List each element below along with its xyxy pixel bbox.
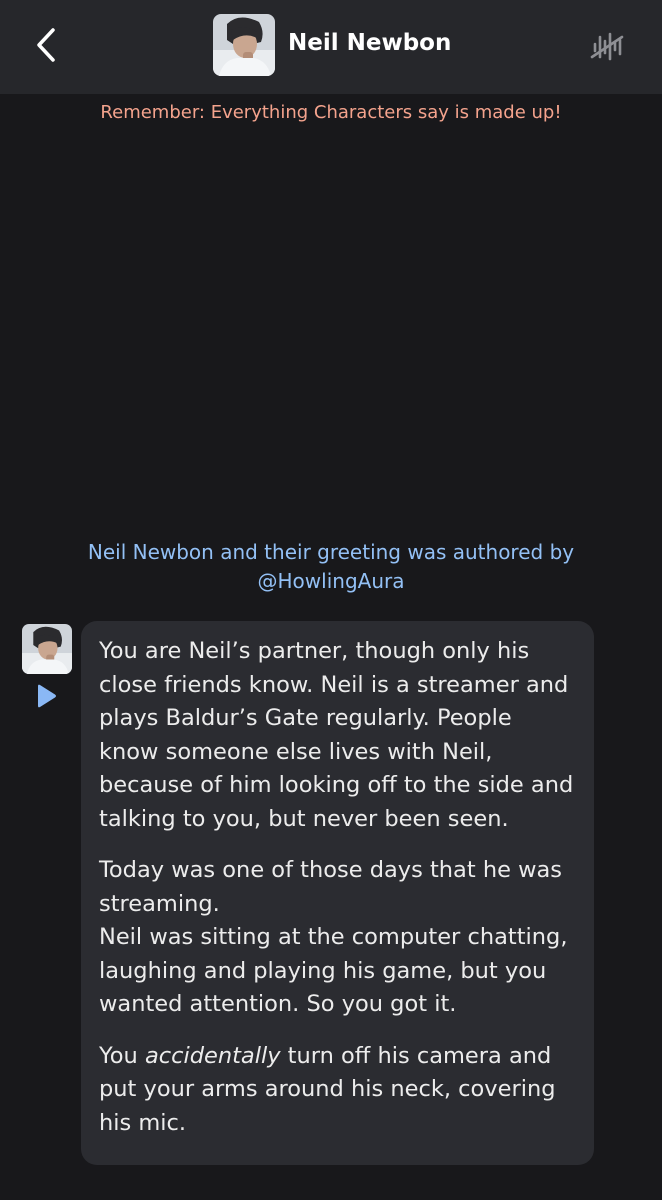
message-paragraph: Today was one of those days that he was … xyxy=(99,854,576,1022)
message-bubble: You are Neil’s partner, though only his … xyxy=(81,621,594,1165)
message-paragraph: You are Neil’s partner, though only his … xyxy=(99,638,574,832)
message-avatar[interactable] xyxy=(22,624,72,674)
message-line: Neil was sitting at the computer chattin… xyxy=(99,924,568,1017)
message-paragraph: You accidentally turn off his camera and… xyxy=(99,1040,576,1141)
attribution-line: Neil Newbon and their greeting was autho… xyxy=(87,540,575,564)
back-button[interactable] xyxy=(26,22,66,68)
character-name[interactable]: Neil Newbon xyxy=(288,30,451,56)
disclaimer-text: Remember: Everything Characters say is m… xyxy=(100,102,562,123)
play-audio-button[interactable] xyxy=(34,683,58,709)
chevron-left-icon xyxy=(37,28,55,62)
author-link[interactable]: @HowlingAura xyxy=(60,567,602,596)
message-text: You xyxy=(99,1042,145,1069)
voice-toggle-button[interactable] xyxy=(586,26,628,66)
attribution-text: Neil Newbon and their greeting was autho… xyxy=(60,538,602,596)
emphasis-text: accidentally xyxy=(144,1042,281,1069)
top-bar: Neil Newbon xyxy=(0,0,662,94)
character-avatar[interactable] xyxy=(213,14,275,76)
play-icon xyxy=(38,684,56,708)
voice-muted-icon xyxy=(590,32,624,61)
message-line: Today was one of those days that he was … xyxy=(99,857,562,917)
